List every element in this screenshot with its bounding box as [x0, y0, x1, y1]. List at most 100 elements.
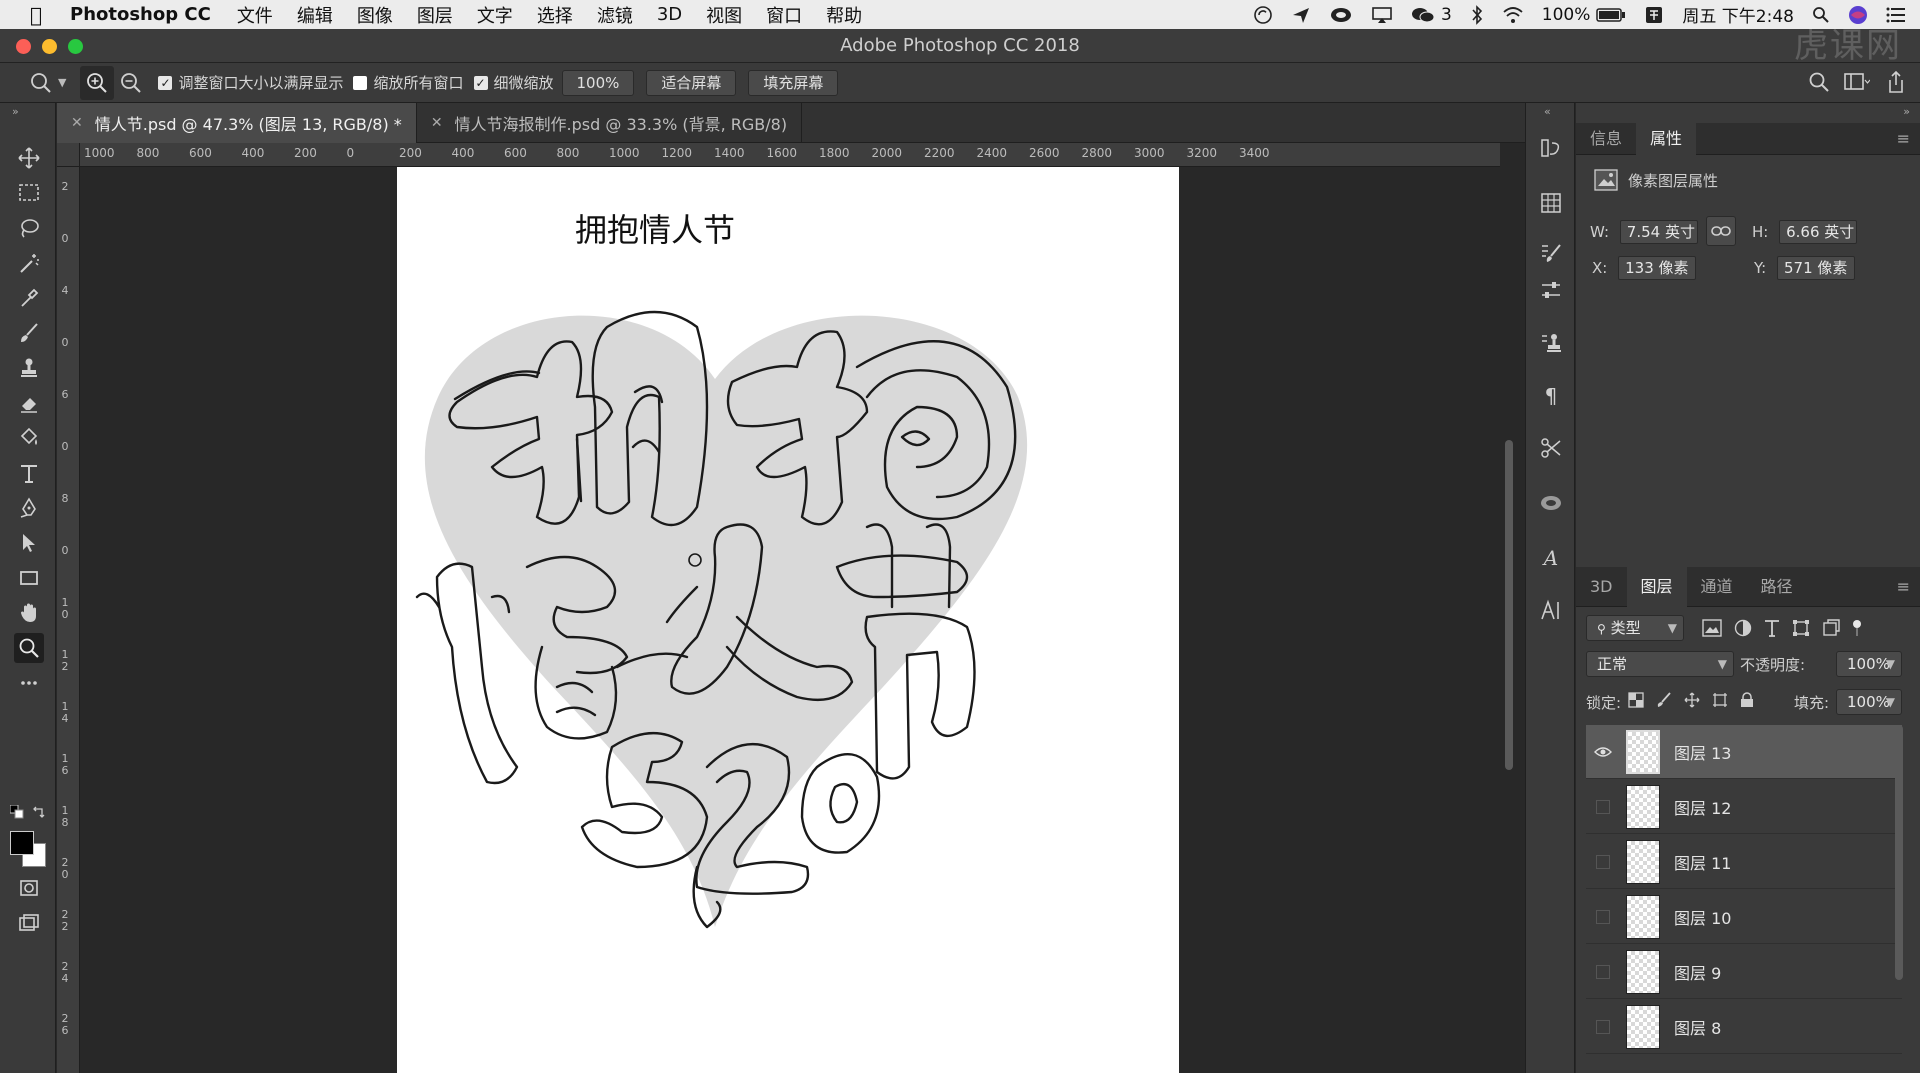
tab-3d[interactable]: 3D [1576, 567, 1627, 607]
eyedropper-tool-icon[interactable] [14, 283, 44, 313]
fill-field[interactable]: 100% ▼ [1836, 689, 1902, 715]
layer-row[interactable]: 图层 10 [1586, 890, 1902, 944]
horizontal-ruler[interactable]: 1000 800 600 400 200 0 200 400 600 800 1000 1200 140… [80, 143, 1500, 167]
move-tool-icon[interactable] [14, 143, 44, 173]
link-dimensions-icon[interactable] [1706, 216, 1736, 246]
foreground-color-swatch[interactable] [10, 831, 34, 855]
workspace-switcher-icon[interactable] [1844, 72, 1871, 96]
bluetooth-icon[interactable] [1470, 4, 1484, 25]
sync-icon[interactable] [1253, 5, 1273, 25]
menu-type[interactable]: 文字 [477, 2, 513, 28]
canvas-workspace[interactable]: 拥抱情人节 [80, 167, 1500, 1073]
layer-visibility-toggle[interactable] [1586, 835, 1620, 889]
document-canvas[interactable]: 拥抱情人节 [397, 167, 1179, 1073]
menu-help[interactable]: 帮助 [826, 2, 862, 28]
character-panel-icon[interactable] [1536, 595, 1566, 625]
swap-colors-icon[interactable] [32, 805, 46, 823]
menu-filter[interactable]: 滤镜 [597, 2, 633, 28]
ruler-origin[interactable] [57, 143, 80, 167]
tab-properties[interactable]: 属性 [1636, 122, 1697, 155]
clock[interactable]: 周五 下午2:48 [1682, 2, 1794, 27]
collapse-panels-icon[interactable]: » [1903, 105, 1910, 118]
width-field[interactable]: 7.54 英寸 [1619, 220, 1698, 244]
layer-name[interactable]: 图层 11 [1674, 850, 1731, 874]
close-tab-icon[interactable]: ✕ [431, 115, 443, 131]
y-field[interactable]: 571 像素 [1777, 256, 1856, 280]
brushes-panel-icon[interactable] [1536, 238, 1566, 268]
filter-type-icon[interactable] [1764, 619, 1780, 637]
menu-3d[interactable]: 3D [657, 4, 682, 25]
zoom-all-checkbox[interactable] [353, 75, 368, 90]
swatches-panel-icon[interactable] [1536, 188, 1566, 218]
tab-paths[interactable]: 路径 [1747, 567, 1807, 607]
wechat-icon[interactable]: 3 [1411, 5, 1452, 25]
clone-source-panel-icon[interactable] [1536, 328, 1566, 358]
zoom-all-option[interactable]: 缩放所有窗口 [353, 72, 464, 93]
canvas-vertical-scrollbar[interactable] [1505, 440, 1513, 770]
layer-row[interactable]: 图层 8 [1586, 1000, 1902, 1054]
scrubby-zoom-option[interactable]: ✓ 细微缩放 [473, 72, 554, 93]
filter-toggle-icon[interactable] [1852, 619, 1862, 637]
layer-name[interactable]: 图层 12 [1674, 795, 1731, 819]
preset-chevron-down-icon[interactable]: ▼ [58, 76, 66, 89]
layers-panel-menu-icon[interactable]: ≡ [1897, 577, 1910, 596]
lock-artboard-icon[interactable] [1712, 692, 1728, 708]
fit-screen-button[interactable]: 适合屏幕 [646, 69, 737, 96]
resize-windows-option[interactable]: ✓ 调整窗口大小以满屏显示 [158, 72, 343, 93]
fill-screen-button[interactable]: 填充屏幕 [748, 69, 839, 96]
zoom-100-button[interactable]: 100% [561, 69, 635, 96]
layer-name[interactable]: 图层 13 [1674, 740, 1731, 764]
tab-info[interactable]: 信息 [1576, 123, 1636, 155]
collapse-strip-icon[interactable]: « [1544, 105, 1551, 118]
lock-transparent-icon[interactable] [1628, 692, 1644, 708]
creative-cloud-icon[interactable] [1329, 5, 1353, 25]
pen-tool-icon[interactable] [14, 493, 44, 523]
menu-image[interactable]: 图像 [357, 2, 393, 28]
tab-channels[interactable]: 通道 [1687, 567, 1747, 607]
layer-name[interactable]: 图层 10 [1674, 905, 1731, 929]
collapse-tools-icon[interactable]: » [12, 105, 19, 118]
glyphs-panel-icon[interactable]: A [1536, 543, 1566, 573]
x-field[interactable]: 133 像素 [1618, 256, 1697, 280]
screen-mode-icon[interactable] [14, 908, 44, 938]
layer-visibility-toggle[interactable] [1586, 890, 1620, 944]
search-icon[interactable] [1808, 71, 1830, 97]
layer-row[interactable]: 图层 13 [1586, 725, 1902, 779]
filter-shape-icon[interactable] [1792, 619, 1810, 637]
filter-pixel-icon[interactable] [1702, 619, 1722, 637]
filter-adjustment-icon[interactable] [1734, 619, 1752, 637]
path-selection-tool-icon[interactable] [14, 528, 44, 558]
more-tools-icon[interactable] [14, 668, 44, 698]
quick-mask-icon[interactable] [14, 873, 44, 903]
brush-tool-icon[interactable] [14, 318, 44, 348]
layers-scrollbar[interactable] [1895, 725, 1903, 980]
opacity-field[interactable]: 100% ▼ [1836, 651, 1902, 677]
adjustments-panel-icon[interactable] [1536, 275, 1566, 305]
tool-presets-panel-icon[interactable] [1536, 433, 1566, 463]
blend-mode-select[interactable]: 正常 ▼ [1586, 651, 1734, 677]
default-colors-icon[interactable] [9, 804, 24, 823]
eraser-tool-icon[interactable] [14, 388, 44, 418]
apple-icon[interactable]:  [18, 3, 54, 27]
tab-layers[interactable]: 图层 [1626, 566, 1687, 607]
resize-windows-checkbox[interactable]: ✓ [158, 75, 173, 90]
type-tool-icon[interactable] [14, 458, 44, 488]
lasso-tool-icon[interactable] [14, 213, 44, 243]
layer-visibility-toggle[interactable] [1586, 725, 1620, 779]
menu-edit[interactable]: 编辑 [297, 2, 333, 28]
app-menu[interactable]: Photoshop CC [70, 4, 211, 25]
menu-view[interactable]: 视图 [706, 2, 742, 28]
layer-visibility-toggle[interactable] [1586, 780, 1620, 834]
battery-status[interactable]: 100% [1542, 5, 1627, 25]
tab-qingrenjie[interactable]: ✕ 情人节.psd @ 47.3% (图层 13, RGB/8) * [57, 103, 417, 143]
menu-select[interactable]: 选择 [537, 2, 573, 28]
vertical-ruler[interactable]: 2 0 4 0 6 0 8 0 1 0 1 2 1 4 1 6 1 8 2 0 2 2 2 4 2 6 [57, 167, 80, 1073]
tab-poster[interactable]: ✕ 情人节海报制作.psd @ 33.3% (背景, RGB/8) [417, 103, 803, 143]
wifi-icon[interactable] [1502, 6, 1524, 24]
rectangle-tool-icon[interactable] [14, 563, 44, 593]
input-method-icon[interactable] [1644, 5, 1664, 25]
layer-row[interactable]: 图层 11 [1586, 835, 1902, 889]
properties-panel-menu-icon[interactable]: ≡ [1897, 129, 1910, 148]
menu-layer[interactable]: 图层 [417, 2, 453, 28]
lock-image-icon[interactable] [1656, 692, 1672, 708]
